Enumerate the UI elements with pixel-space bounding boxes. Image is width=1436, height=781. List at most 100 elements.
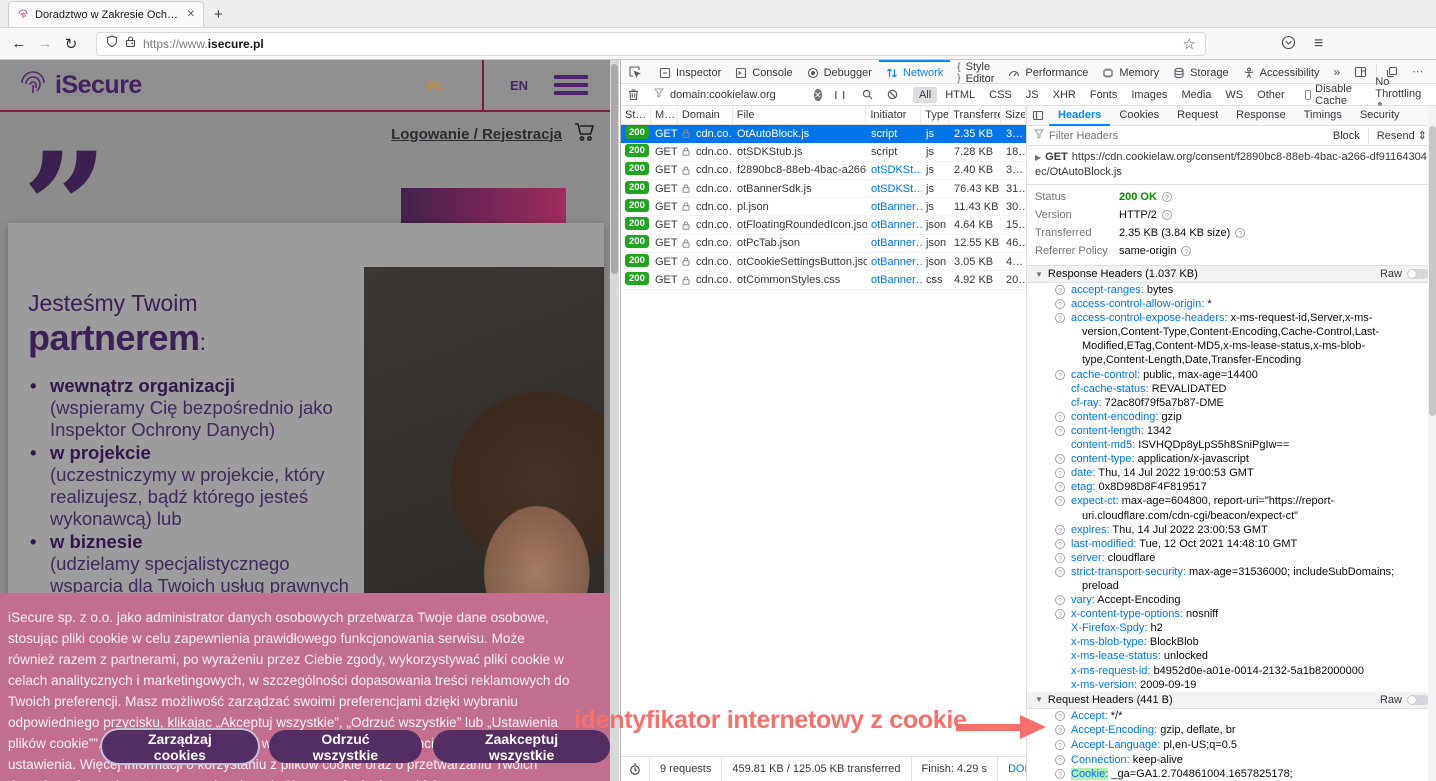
- header-row[interactable]: ?X-Firefox-Spdy h2: [1027, 621, 1436, 635]
- detail-tab-timings[interactable]: Timings: [1295, 106, 1351, 126]
- more-tabs-icon[interactable]: »: [1327, 65, 1348, 79]
- header-row[interactable]: ?Cookie _ga=GA1.2.704861004.1657825178; …: [1027, 767, 1436, 781]
- login-register-link[interactable]: Logowanie / Rejestracja: [391, 126, 562, 143]
- lang-pl-button[interactable]: PL: [389, 78, 482, 93]
- header-row[interactable]: ?content-length 1342: [1027, 424, 1436, 438]
- header-row[interactable]: ?x-ms-lease-status unlocked: [1027, 649, 1436, 663]
- col-method[interactable]: M…: [651, 106, 678, 124]
- header-row[interactable]: ?x-ms-blob-type BlockBlob: [1027, 635, 1436, 649]
- help-icon[interactable]: ?: [1055, 539, 1065, 549]
- header-row[interactable]: ?Accept-Encoding gzip, deflate, br: [1027, 723, 1436, 738]
- block-url-button[interactable]: Block: [1327, 130, 1366, 142]
- col-status[interactable]: St…: [621, 106, 651, 124]
- header-row[interactable]: ?etag 0x8D98D8F4F819517: [1027, 480, 1436, 494]
- header-row[interactable]: ?content-type application/x-javascript: [1027, 452, 1436, 466]
- header-row[interactable]: ?x-ms-version 2009-09-19: [1027, 678, 1436, 692]
- detail-tab-cookies[interactable]: Cookies: [1110, 106, 1168, 126]
- help-icon[interactable]: ?: [1055, 482, 1065, 492]
- header-row[interactable]: ?date Thu, 14 Jul 2022 19:00:53 GMT: [1027, 466, 1436, 480]
- lang-en-button[interactable]: EN: [484, 78, 554, 93]
- filter-pill[interactable]: XHR: [1047, 87, 1082, 103]
- header-row[interactable]: ?expect-ct max-age=604800, report-uri="h…: [1027, 494, 1436, 522]
- header-row[interactable]: ?access-control-allow-origin *: [1027, 297, 1436, 311]
- request-row[interactable]: 200 GET cdn.co… f2890bc8-88eb-4bac-a266-…: [621, 162, 1026, 180]
- devtools-close-icon[interactable]: ✕: [1430, 65, 1436, 78]
- pocket-icon[interactable]: [1272, 35, 1305, 53]
- request-row[interactable]: 200 GET cdn.co… otPcTab.json otBanner… j…: [621, 235, 1026, 253]
- disable-cache-control[interactable]: Disable Cache: [1297, 83, 1364, 107]
- tab-network[interactable]: Network: [879, 60, 950, 84]
- col-initiator[interactable]: Initiator: [866, 106, 921, 124]
- help-icon[interactable]: ?: [1055, 412, 1065, 422]
- help-icon[interactable]: ?: [1055, 426, 1065, 436]
- header-row[interactable]: ?Connection keep-alive: [1027, 753, 1436, 768]
- expand-triangle-icon[interactable]: ▶: [1035, 153, 1041, 162]
- request-row[interactable]: 200 GET cdn.co… OtAutoBlock.js script js…: [621, 125, 1026, 143]
- detail-tab-security[interactable]: Security: [1351, 106, 1409, 126]
- help-icon[interactable]: ?: [1055, 725, 1065, 735]
- resend-button[interactable]: Resend ⇕: [1371, 129, 1433, 142]
- help-icon[interactable]: ?: [1055, 525, 1065, 535]
- col-file[interactable]: File: [733, 106, 867, 124]
- shield-icon[interactable]: [106, 35, 118, 53]
- disable-cache-checkbox[interactable]: [1305, 90, 1312, 100]
- filter-pill[interactable]: CSS: [983, 87, 1018, 103]
- manage-cookies-button[interactable]: Zarządzaj cookies: [102, 730, 258, 763]
- help-icon[interactable]: ?: [1055, 595, 1065, 605]
- header-row[interactable]: ?accept-ranges bytes: [1027, 283, 1436, 297]
- request-url-line[interactable]: ▶GEThttps://cdn.cookielaw.org/consent/f2…: [1027, 146, 1436, 185]
- header-row[interactable]: ?content-md5 ISVHQDp8yLpS5h8SniPgIw==: [1027, 438, 1436, 452]
- header-row[interactable]: ?strict-transport-security max-age=31536…: [1027, 565, 1436, 593]
- header-row[interactable]: ?access-control-expose-headers x-ms-requ…: [1027, 311, 1436, 367]
- help-icon[interactable]: ?: [1055, 711, 1065, 721]
- reject-all-button[interactable]: Odrzuć wszystkie: [269, 730, 423, 763]
- header-row[interactable]: ?server cloudflare: [1027, 551, 1436, 565]
- col-type[interactable]: Type: [921, 106, 949, 124]
- site-menu-icon[interactable]: [554, 75, 588, 95]
- tab-performance[interactable]: Performance: [1001, 60, 1095, 84]
- tab-accessibility[interactable]: Accessibility: [1236, 60, 1327, 84]
- clear-filter-icon[interactable]: ✕: [814, 89, 822, 101]
- header-row[interactable]: ?x-ms-request-id b4952d0e-a01e-0014-2132…: [1027, 664, 1436, 678]
- detail-tab-request[interactable]: Request: [1168, 106, 1227, 126]
- pause-traffic-icon[interactable]: ❙❙: [826, 90, 855, 99]
- tab-style-editor[interactable]: { } Style Editor: [950, 60, 1001, 84]
- help-icon[interactable]: ?: [1055, 370, 1065, 380]
- forward-icon[interactable]: →: [32, 35, 58, 52]
- pick-element-icon[interactable]: [621, 65, 648, 78]
- help-icon[interactable]: ?: [1055, 313, 1065, 323]
- request-filter-input[interactable]: [668, 88, 814, 102]
- filter-pill[interactable]: WS: [1219, 87, 1249, 103]
- header-row[interactable]: ?vary Accept-Encoding: [1027, 593, 1436, 607]
- request-row[interactable]: 200 GET cdn.co… otFloatingRoundedIcon.js…: [621, 216, 1026, 234]
- filter-headers-input[interactable]: [1047, 129, 1327, 143]
- filter-pill[interactable]: Images: [1125, 87, 1173, 103]
- header-row[interactable]: ?cf-cache-status REVALIDATED: [1027, 382, 1436, 396]
- lock-icon[interactable]: [125, 35, 136, 53]
- scrollbar-thumb[interactable]: [611, 64, 618, 274]
- filter-pill[interactable]: All: [913, 87, 937, 103]
- response-headers-section[interactable]: ▼ Response Headers (1.037 KB) Raw: [1027, 266, 1436, 283]
- request-row[interactable]: 200 GET cdn.co… otCookieSettingsButton.j…: [621, 253, 1026, 271]
- app-menu-icon[interactable]: ≡: [1305, 35, 1332, 53]
- tab-storage[interactable]: Storage: [1166, 60, 1236, 84]
- browser-tab[interactable]: Doradztwo w Zakresie Ochrony Dany ✕: [8, 1, 204, 27]
- help-icon[interactable]: ?: [1055, 496, 1065, 506]
- help-icon[interactable]: ?: [1055, 769, 1065, 779]
- cart-icon[interactable]: [574, 122, 596, 147]
- tab-console[interactable]: Console: [728, 60, 799, 84]
- col-size[interactable]: Size: [1001, 106, 1026, 124]
- help-icon[interactable]: ?: [1055, 285, 1065, 295]
- tab-close-icon[interactable]: ✕: [187, 9, 195, 20]
- header-row[interactable]: ?content-encoding gzip: [1027, 410, 1436, 424]
- help-icon[interactable]: ?: [1055, 468, 1065, 478]
- header-row[interactable]: ?cache-control public, max-age=14400: [1027, 368, 1436, 382]
- tab-debugger[interactable]: Debugger: [800, 60, 879, 84]
- detail-tab-response[interactable]: Response: [1227, 106, 1295, 126]
- detail-scrollbar[interactable]: [1428, 106, 1436, 781]
- filter-pill[interactable]: Media: [1175, 87, 1217, 103]
- header-row[interactable]: ?x-content-type-options nosniff: [1027, 607, 1436, 621]
- col-transferred[interactable]: Transferred: [949, 106, 1001, 124]
- filter-pill[interactable]: JS: [1020, 87, 1045, 103]
- header-row[interactable]: ?Accept-Language pl,en-US;q=0.5: [1027, 738, 1436, 753]
